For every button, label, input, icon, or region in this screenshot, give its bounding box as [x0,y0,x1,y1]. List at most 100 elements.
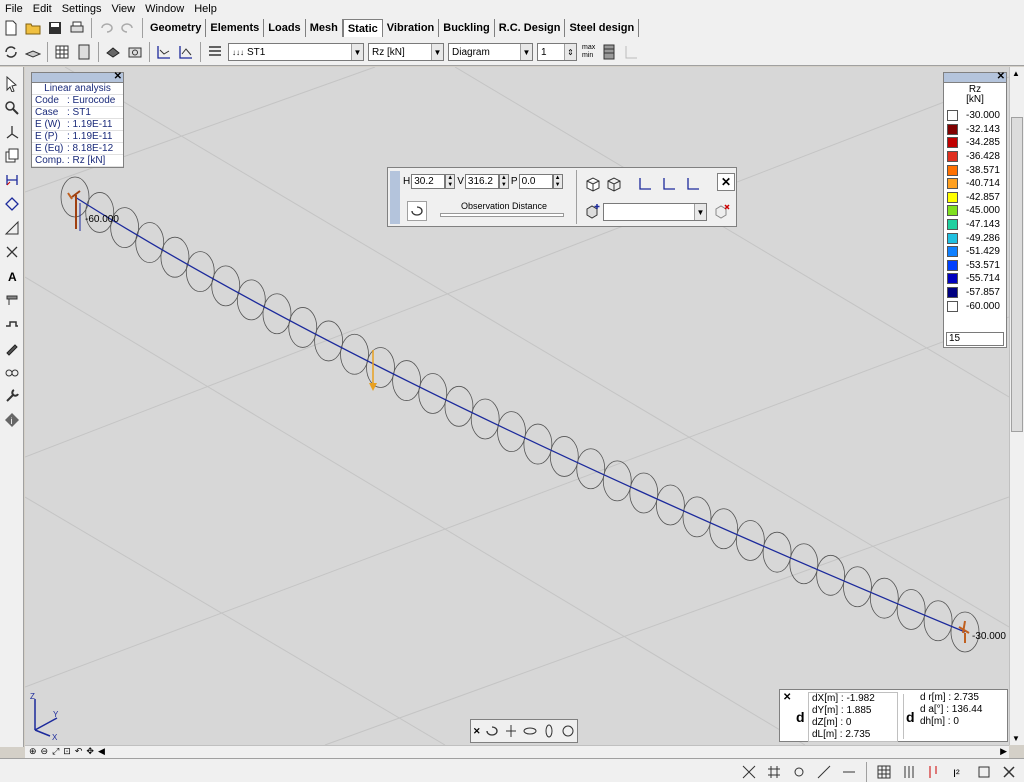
redo-icon[interactable] [118,18,138,38]
run-analysis-icon[interactable] [103,42,123,62]
panel-titlebar[interactable]: ✕ [32,72,123,83]
refresh-icon[interactable] [1,42,21,62]
tab-vibration[interactable]: Vibration [383,19,440,37]
columns-icon[interactable] [599,42,619,62]
print-icon[interactable] [67,18,87,38]
text-annotation-icon[interactable]: A [2,266,22,286]
calculator-icon[interactable] [74,42,94,62]
pan-icon[interactable]: ✥ [86,746,94,757]
add-view-icon[interactable] [583,201,603,221]
menu-view[interactable]: View [106,3,140,15]
scroll-down-icon[interactable]: ▼ [1012,734,1020,743]
load-case-select[interactable]: ↓↓↓ ST1 ▼ [228,43,364,61]
pen-icon[interactable] [2,338,22,358]
max-min-button[interactable]: max min [582,44,595,60]
tab-steel-design[interactable]: Steel design [565,19,640,37]
tab-loads[interactable]: Loads [264,19,306,37]
rotate-x-icon[interactable] [521,721,538,741]
cube-iso-icon[interactable] [583,174,603,194]
rotate-z-icon[interactable] [502,721,519,741]
zoom-icon[interactable] [2,98,22,118]
snap-mid-icon[interactable] [814,762,834,782]
panel-grip[interactable] [390,171,400,224]
saved-view-select[interactable]: ▼ [603,203,707,221]
tab-rc-design[interactable]: R.C. Design [495,19,566,37]
menu-edit[interactable]: Edit [28,3,57,15]
tab-mesh[interactable]: Mesh [306,19,343,37]
screenshot-icon[interactable] [125,42,145,62]
tab-static[interactable]: Static [342,19,383,37]
scroll-up-icon[interactable]: ▲ [1012,69,1020,78]
select-arrow-icon[interactable] [2,74,22,94]
close-icon[interactable]: ✕ [473,726,481,737]
loads-icon[interactable] [899,762,919,782]
horizontal-scrollbar[interactable]: ⊕ ⊖ ⤢ ⊡ ↶ ✥ ◀ ▶ [25,745,1009,758]
reset-view-icon[interactable] [559,721,576,741]
open-folder-icon[interactable] [23,18,43,38]
scroll-left-icon[interactable]: ◀ [98,746,105,757]
tab-buckling[interactable]: Buckling [439,19,495,37]
scissors-icon[interactable] [2,242,22,262]
section-icon[interactable] [2,290,22,310]
table-icon[interactable] [52,42,72,62]
slope-icon[interactable] [2,218,22,238]
ruler-icon[interactable] [924,762,944,782]
wrench-icon[interactable] [2,386,22,406]
grid-icon[interactable] [874,762,894,782]
snap-off-icon[interactable] [739,762,759,782]
axes-icon[interactable] [2,122,22,142]
p-angle-stepper[interactable]: P 0.0 ▲ ▼ [511,174,563,189]
snap-line-icon[interactable] [839,762,859,782]
tab-elements[interactable]: Elements [206,19,265,37]
view-zy-icon[interactable] [683,174,703,194]
menu-settings[interactable]: Settings [57,3,107,15]
point-load-arrow[interactable] [369,350,377,391]
zoom-window-icon[interactable]: ⊡ [63,746,71,757]
close-icon[interactable]: ✕ [717,173,735,191]
scroll-right-icon[interactable]: ▶ [1000,746,1007,757]
undo-view-icon[interactable]: ↶ [75,746,83,757]
snap-grid-icon[interactable] [764,762,784,782]
new-file-icon[interactable] [1,18,21,38]
spin-arrows-icon[interactable]: ▲ ▼ [445,174,456,189]
display-mode-select[interactable]: Diagram ▼ [448,43,533,61]
rotate-view-icon[interactable] [484,721,501,741]
view-yx-icon[interactable] [659,174,679,194]
power-icon[interactable]: I² [949,762,969,782]
tab-geometry[interactable]: Geometry [146,19,207,37]
close-window-icon[interactable] [999,762,1019,782]
vertical-scrollbar[interactable]: ▲ ▼ [1009,67,1024,745]
spin-arrows-icon[interactable]: ▲ ▼ [498,174,509,189]
h-angle-stepper[interactable]: H 30.2 ▲ ▼ [403,174,456,189]
copy-view-icon[interactable] [2,146,22,166]
close-icon[interactable]: ✕ [783,692,791,703]
component-select[interactable]: Rz [kN] ▼ [368,43,444,61]
info-icon[interactable]: i [2,410,22,430]
menu-help[interactable]: Help [189,3,222,15]
beam-element[interactable] [74,196,966,633]
restore-icon[interactable] [974,762,994,782]
undo-icon[interactable] [96,18,116,38]
close-icon[interactable]: ✕ [114,72,122,82]
support-icon[interactable] [2,314,22,334]
spin-arrows-icon[interactable]: ▲ ▼ [552,174,563,189]
zoom-fit-icon[interactable]: ⤢ [52,746,59,757]
zoom-in-icon[interactable]: ⊕ [29,746,37,757]
diagram-r-icon[interactable] [176,42,196,62]
delete-view-icon[interactable] [712,201,732,221]
menu-window[interactable]: Window [140,3,189,15]
scroll-thumb[interactable] [1011,117,1023,432]
rotate-icon[interactable] [407,201,427,221]
observation-distance-slider[interactable] [440,213,564,217]
v-angle-input[interactable]: 316.2 [464,174,499,189]
list-icon[interactable] [205,42,225,62]
layers-icon[interactable] [23,42,43,62]
count-stepper[interactable]: 1 ⇕ [537,43,577,61]
menu-file[interactable]: File [0,3,28,15]
dimension-icon[interactable] [2,170,22,190]
zoom-out-icon[interactable]: ⊖ [41,746,49,757]
p-angle-input[interactable]: 0.0 [518,174,553,189]
legend-levels-input[interactable]: 15 [946,332,1004,346]
snap-node-icon[interactable] [789,762,809,782]
panel-titlebar[interactable]: ✕ [944,72,1006,83]
